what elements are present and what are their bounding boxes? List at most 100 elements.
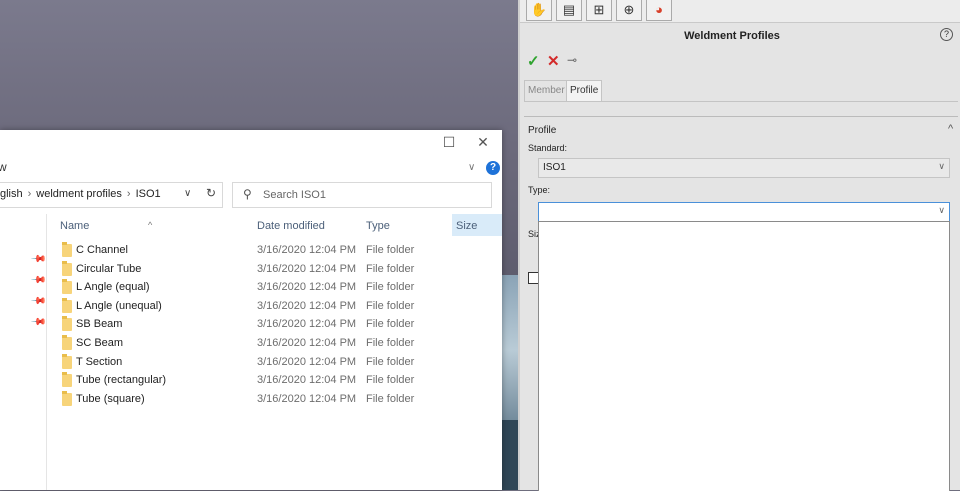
weldment-propertymanager: ✋ ▤ ⊞ ⊕ ◕ Weldment Profiles ? ✓ ✕ ⊸ Memb… [518, 0, 960, 491]
type-label: Type: [528, 185, 551, 195]
folder-icon [62, 279, 72, 295]
column-header-size[interactable]: Size [456, 220, 477, 232]
ok-checkmark-icon[interactable]: ✓ [527, 52, 540, 70]
search-box[interactable]: ⚲ Search ISO1 [232, 182, 492, 208]
breadcrumb-item[interactable]: glish [0, 188, 23, 200]
pin-icon[interactable]: 📌 [30, 293, 47, 310]
maximize-icon[interactable]: ☐ [436, 134, 462, 151]
file-name: T Section [76, 355, 123, 368]
file-date: 3/16/2020 12:04 PM [257, 281, 357, 294]
breadcrumb-separator-icon: › [126, 188, 131, 200]
tab-member[interactable]: Member [524, 80, 569, 102]
expand-ribbon-chevron-icon[interactable]: ∨ [468, 162, 475, 173]
chevron-down-icon: ∨ [938, 205, 945, 215]
type-select[interactable]: ∨ [538, 202, 950, 222]
file-date: 3/16/2020 12:04 PM [257, 244, 357, 256]
file-name: C Channel [76, 244, 128, 256]
folder-icon [62, 316, 72, 332]
cancel-x-icon[interactable]: ✕ [547, 52, 560, 70]
pin-icon[interactable]: 📌 [30, 251, 47, 268]
file-name: L Angle (unequal) [76, 299, 162, 312]
file-type: File folder [366, 262, 415, 275]
pin-icon[interactable]: 📌 [30, 314, 47, 331]
folder-icon [62, 242, 72, 257]
file-type: File folder [366, 244, 415, 256]
tab-divider [524, 101, 958, 102]
list-item[interactable]: Tube (rectangular) 3/16/2020 12:04 PM File… [46, 372, 502, 390]
file-date: 3/16/2020 12:04 PM [257, 337, 357, 349]
file-date: 3/16/2020 12:04 PM [257, 318, 357, 331]
list-item[interactable]: C Channel 3/16/2020 12:04 PM File folder [46, 242, 502, 260]
collapse-chevron-icon[interactable]: ^ [948, 123, 953, 135]
help-icon[interactable]: ? [486, 161, 500, 175]
list-item[interactable]: Tube (square) 3/16/2020 12:04 PM File fold… [46, 390, 502, 409]
file-type: File folder [366, 337, 415, 349]
pin-icon[interactable]: 📌 [30, 272, 47, 289]
breadcrumb: glish › weldment profiles › ISO1 [0, 188, 161, 200]
file-explorer-window: ☐ ✕ w ∨ ? glish › weldment profiles › ISO1 ∨… [0, 130, 502, 490]
file-type: File folder [366, 281, 415, 294]
file-type: File folder [366, 318, 415, 331]
keep-visible-pin-icon[interactable]: ⊸ [567, 53, 577, 67]
list-item[interactable]: Circular Tube 3/16/2020 12:04 PM File fold… [46, 260, 502, 279]
refresh-icon[interactable]: ↻ [206, 186, 216, 200]
list-item[interactable]: L Angle (unequal) 3/16/2020 12:04 PM File … [46, 297, 502, 316]
column-header-name[interactable]: Name [60, 220, 89, 232]
manager-tabs: ✋ ▤ ⊞ ⊕ ◕ [520, 0, 960, 23]
file-type: File folder [366, 355, 415, 368]
tab-profile[interactable]: Profile [566, 80, 603, 102]
explorer-titlebar[interactable]: ☐ ✕ [0, 130, 502, 158]
list-item[interactable]: SC Beam 3/16/2020 12:04 PM File folder [46, 335, 502, 353]
chevron-down-icon: ∨ [938, 161, 945, 171]
breadcrumb-separator-icon: › [27, 188, 32, 200]
folder-icon [62, 260, 72, 276]
configurationmanager-tab-icon[interactable]: ⊞ [586, 0, 612, 21]
file-date: 3/16/2020 12:04 PM [257, 374, 357, 387]
list-item[interactable]: T Section 3/16/2020 12:04 PM File folder [46, 353, 502, 372]
file-name: SB Beam [76, 318, 123, 331]
file-name: Circular Tube [76, 262, 142, 275]
column-header-date[interactable]: Date modified [257, 220, 325, 232]
file-date: 3/16/2020 12:04 PM [257, 262, 357, 275]
file-date: 3/16/2020 12:04 PM [257, 392, 357, 405]
propertymanager-tab-icon[interactable]: ▤ [556, 0, 582, 21]
propertymanager-title: Weldment Profiles [684, 30, 780, 42]
navigation-pane: 📌 📌 📌 📌 [0, 214, 47, 490]
folder-icon [62, 390, 72, 406]
standard-select[interactable]: ISO1 ∨ [538, 158, 950, 178]
file-type: File folder [366, 374, 415, 387]
folder-icon [62, 297, 72, 313]
help-icon[interactable]: ? [940, 28, 953, 41]
list-item[interactable]: L Angle (equal) 3/16/2020 12:04 PM File fo… [46, 279, 502, 297]
file-type: File folder [366, 392, 415, 405]
display-manager-tab-icon[interactable]: ◕ [646, 0, 672, 21]
breadcrumb-item[interactable]: weldment profiles [36, 188, 122, 200]
search-placeholder: Search ISO1 [263, 189, 326, 201]
column-headers: Name ^ Date modified Type Size [0, 214, 502, 236]
breadcrumb-item[interactable]: ISO1 [136, 188, 161, 200]
file-name: Tube (square) [76, 392, 145, 405]
file-name: SC Beam [76, 337, 124, 349]
sort-ascending-icon: ^ [148, 220, 153, 230]
standard-label: Standard: [528, 143, 568, 153]
group-divider [524, 116, 958, 117]
address-bar[interactable]: glish › weldment profiles › ISO1 ∨ ↻ [0, 182, 223, 208]
folder-icon [62, 353, 72, 369]
close-icon[interactable]: ✕ [470, 134, 496, 151]
file-type: File folder [366, 299, 415, 312]
explorer-ribbon: w ∨ ? [0, 160, 502, 180]
list-item[interactable]: SB Beam 3/16/2020 12:04 PM File folder [46, 316, 502, 334]
type-dropdown-list[interactable] [538, 221, 950, 491]
standard-value: ISO1 [543, 162, 566, 173]
profile-group-title: Profile [528, 125, 557, 136]
column-header-type[interactable]: Type [366, 220, 390, 232]
ribbon-tab-view[interactable]: w [0, 160, 7, 174]
folder-icon [62, 335, 72, 350]
file-name: Tube (rectangular) [76, 374, 167, 387]
address-history-dropdown-icon[interactable]: ∨ [184, 188, 191, 199]
folder-icon [62, 372, 72, 388]
featuremanager-tab-icon[interactable]: ✋ [526, 0, 552, 21]
dimxpert-tab-icon[interactable]: ⊕ [616, 0, 642, 21]
search-icon: ⚲ [243, 187, 252, 201]
file-name: L Angle (equal) [76, 281, 150, 294]
